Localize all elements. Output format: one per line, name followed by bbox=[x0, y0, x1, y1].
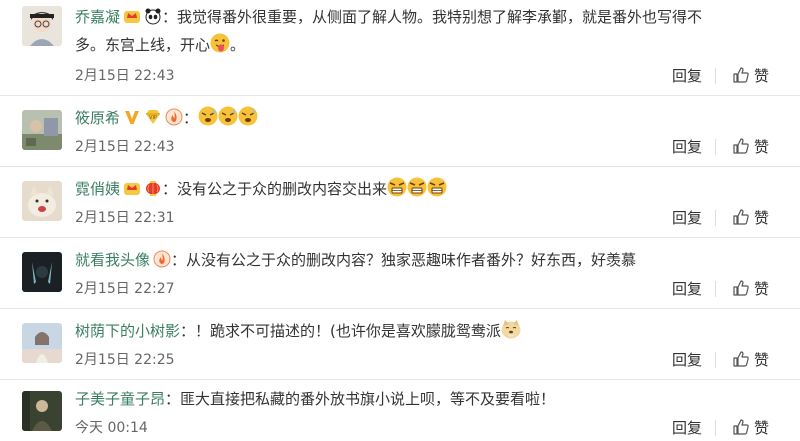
comment-line: 就看我头像 ：从没有公之于众的删改内容？独家恶趣味作者番外？好东西，好羡慕 bbox=[75, 250, 637, 269]
username[interactable]: 霓俏姨 bbox=[75, 180, 120, 198]
crown-badge-icon bbox=[123, 7, 141, 25]
fire-badge-icon bbox=[165, 108, 183, 126]
comment-time: 2月15日 22:43 bbox=[75, 139, 175, 155]
tongue-out-emoji-icon bbox=[209, 32, 231, 54]
reply-button[interactable]: 回复 bbox=[672, 279, 702, 299]
comment-line: 子美子童子昂：匪大直接把私藏的番外放书旗小说上呗，等不及要看啦！ bbox=[75, 390, 556, 408]
comment-line: 乔嘉凝 ：我觉得番外很重要，从侧面了解人物。我特别想了解李承鄞，就是番外也写得不 bbox=[75, 7, 703, 26]
comment-time: 2月15日 22:27 bbox=[75, 281, 175, 297]
sweat-emoji-icon bbox=[197, 105, 219, 127]
svg-text:VIP: VIP bbox=[149, 115, 157, 121]
username[interactable]: 筱原希 bbox=[75, 109, 120, 127]
angry-emoji-icon bbox=[386, 176, 408, 198]
avatar[interactable] bbox=[22, 6, 62, 46]
comment-text: ！跪求不可描述的！(也许你是喜欢朦胧鸳鸯派 bbox=[195, 322, 501, 340]
avatar[interactable] bbox=[22, 391, 62, 431]
like-label: 赞 bbox=[754, 419, 770, 437]
thumbs-up-icon bbox=[733, 209, 749, 225]
avatar[interactable] bbox=[22, 110, 62, 150]
comment-line: 霓俏姨 ：没有公之于众的删改内容交出来 bbox=[75, 176, 447, 202]
comment-time: 2月15日 22:31 bbox=[75, 210, 175, 226]
like-button[interactable]: 赞 bbox=[732, 279, 769, 299]
lantern-badge-icon bbox=[144, 179, 162, 197]
doge-emoji-icon bbox=[500, 318, 522, 340]
v-verified-icon bbox=[123, 108, 141, 126]
like-label: 赞 bbox=[754, 351, 770, 369]
action-divider bbox=[715, 420, 716, 436]
fire-badge-icon bbox=[153, 250, 171, 268]
thumbs-up-icon bbox=[733, 138, 749, 154]
avatar[interactable] bbox=[22, 252, 62, 292]
sweat-emoji-icon bbox=[237, 105, 259, 127]
sweat-emoji-icon bbox=[217, 105, 239, 127]
thumbs-up-icon bbox=[733, 351, 749, 367]
action-divider bbox=[715, 281, 716, 297]
like-button[interactable]: 赞 bbox=[732, 208, 769, 228]
like-label: 赞 bbox=[754, 280, 770, 298]
comment-time: 2月15日 22:43 bbox=[75, 68, 175, 84]
avatar[interactable] bbox=[22, 181, 62, 221]
username[interactable]: 乔嘉凝 bbox=[75, 8, 120, 26]
divider bbox=[0, 308, 800, 309]
reply-button[interactable]: 回复 bbox=[672, 418, 702, 438]
thumbs-up-icon bbox=[733, 280, 749, 296]
vip-badge-icon: VIP bbox=[144, 108, 162, 126]
like-button[interactable]: 赞 bbox=[732, 418, 769, 438]
comment-text-continued: 多。东宫上线，开心 bbox=[75, 36, 211, 54]
comment-text: 匪大直接把私藏的番外放书旗小说上呗，等不及要看啦！ bbox=[180, 390, 556, 408]
reply-button[interactable]: 回复 bbox=[672, 350, 702, 370]
crown-badge-icon bbox=[123, 179, 141, 197]
comment-text: 我觉得番外很重要，从侧面了解人物。我特别想了解李承鄞，就是番外也写得不 bbox=[177, 8, 703, 26]
username[interactable]: 树荫下的小树影 bbox=[75, 322, 180, 340]
angry-emoji-icon bbox=[406, 176, 428, 198]
divider bbox=[0, 166, 800, 167]
like-button[interactable]: 赞 bbox=[732, 137, 769, 157]
username[interactable]: 就看我头像 bbox=[75, 251, 150, 269]
avatar[interactable] bbox=[22, 323, 62, 363]
like-label: 赞 bbox=[754, 209, 770, 227]
like-label: 赞 bbox=[754, 67, 770, 85]
divider bbox=[0, 379, 800, 380]
panda-badge-icon bbox=[144, 7, 162, 25]
thumbs-up-icon bbox=[733, 67, 749, 83]
comment-line: 多。东宫上线，开心。 bbox=[75, 32, 245, 58]
thumbs-up-icon bbox=[733, 419, 749, 435]
like-label: 赞 bbox=[754, 138, 770, 156]
like-button[interactable]: 赞 bbox=[732, 350, 769, 370]
reply-button[interactable]: 回复 bbox=[672, 208, 702, 228]
angry-emoji-icon bbox=[426, 176, 448, 198]
comment-time: 今天 00:14 bbox=[75, 420, 148, 436]
reply-button[interactable]: 回复 bbox=[672, 66, 702, 86]
comment-time: 2月15日 22:25 bbox=[75, 352, 175, 368]
reply-button[interactable]: 回复 bbox=[672, 137, 702, 157]
action-divider bbox=[715, 352, 716, 368]
comment-line: 筱原希 VIP： bbox=[75, 105, 258, 131]
comment-line: 树荫下的小树影：！跪求不可描述的！(也许你是喜欢朦胧鸳鸯派 bbox=[75, 318, 521, 344]
like-button[interactable]: 赞 bbox=[732, 66, 769, 86]
divider bbox=[0, 95, 800, 96]
comment-text: 从没有公之于众的删改内容？独家恶趣味作者番外？好东西，好羡慕 bbox=[186, 251, 637, 269]
divider bbox=[0, 237, 800, 238]
username[interactable]: 子美子童子昂 bbox=[75, 390, 165, 408]
action-divider bbox=[715, 68, 716, 84]
action-divider bbox=[715, 210, 716, 226]
action-divider bbox=[715, 139, 716, 155]
comment-text: 没有公之于众的删改内容交出来 bbox=[177, 180, 388, 198]
